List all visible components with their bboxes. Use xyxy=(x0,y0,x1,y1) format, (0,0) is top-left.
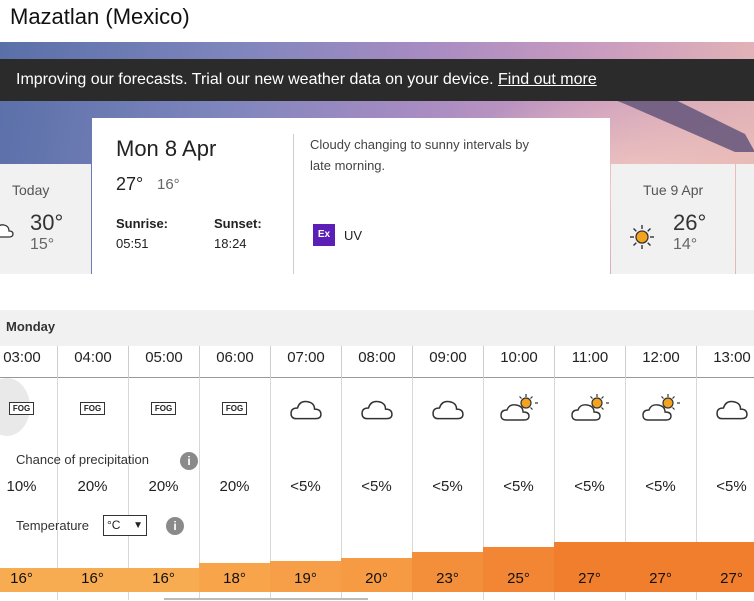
fog-icon: FOG xyxy=(79,401,106,415)
temperature-value: 16° xyxy=(152,570,175,587)
sunset-label: Sunset: xyxy=(214,216,262,231)
precipitation-value: <5% xyxy=(503,478,534,495)
selected-day-card: Mon 8 Apr 27° 16° Sunrise: 05:51 Sunset:… xyxy=(92,118,610,274)
hour-label: 10:00 xyxy=(483,346,554,378)
day-card-date: Today xyxy=(12,182,50,198)
hour-label: 12:00 xyxy=(625,346,696,378)
temperature-value: 18° xyxy=(223,570,246,587)
fog-icon: FOG xyxy=(8,401,35,415)
precipitation-value: <5% xyxy=(432,478,463,495)
hour-label: 05:00 xyxy=(128,346,199,378)
sunrise-label: Sunrise: xyxy=(116,216,169,231)
precipitation-value: <5% xyxy=(361,478,392,495)
sunrise-time: 05:51 xyxy=(116,236,149,251)
precipitation-value: <5% xyxy=(716,478,747,495)
hour-weather-cell[interactable] xyxy=(412,384,483,432)
hour-label: 09:00 xyxy=(412,346,483,378)
temperature-value: 23° xyxy=(436,570,459,587)
temperature-value: 16° xyxy=(10,570,33,587)
temperature-info-icon[interactable]: i xyxy=(166,517,184,535)
hour-weather-cell[interactable]: FOG xyxy=(57,384,128,432)
precipitation-info-icon[interactable]: i xyxy=(180,452,198,470)
forecast-trial-banner: Improving our forecasts. Trial our new w… xyxy=(0,59,754,101)
precipitation-value: 20% xyxy=(148,478,179,495)
selected-day-high: 27° xyxy=(116,174,144,194)
hour-label: 08:00 xyxy=(341,346,412,378)
precipitation-label: Chance of precipitation xyxy=(16,452,149,467)
cloud-icon xyxy=(715,400,748,420)
temperature-label: Temperature xyxy=(16,518,89,533)
hour-weather-cell[interactable] xyxy=(625,384,696,432)
hour-weather-cell[interactable] xyxy=(270,384,341,432)
hour-weather-cell[interactable] xyxy=(483,384,554,432)
hourly-day-bar xyxy=(0,310,754,346)
banner-text: Improving our forecasts. Trial our new w… xyxy=(16,71,499,88)
day-card-date: Tue 9 Apr xyxy=(643,182,704,198)
fog-icon: FOG xyxy=(150,401,177,415)
precipitation-value: 10% xyxy=(6,478,37,495)
hour-label: 03:00 xyxy=(0,346,57,378)
find-out-more-link[interactable]: Find out more xyxy=(498,71,597,88)
page-title: Mazatlan (Mexico) xyxy=(10,4,190,29)
precipitation-value: <5% xyxy=(645,478,676,495)
sun-icon xyxy=(630,225,654,249)
day-card-high: 26° xyxy=(673,210,707,235)
temperature-value: 19° xyxy=(294,570,317,587)
cloud-icon xyxy=(431,400,464,420)
hour-label: 04:00 xyxy=(57,346,128,378)
day-card-high: 30° xyxy=(30,210,64,235)
sun-cloud-icon xyxy=(570,394,609,421)
hour-weather-cell[interactable] xyxy=(696,384,754,432)
hour-label: 07:00 xyxy=(270,346,341,378)
day-card-next[interactable] xyxy=(736,164,754,274)
temperature-value: 27° xyxy=(720,570,743,587)
day-card-low: 14° xyxy=(673,236,698,253)
hour-weather-cell[interactable] xyxy=(554,384,625,432)
temperature-unit-select[interactable]: °C ▼ xyxy=(103,515,147,536)
precipitation-value: 20% xyxy=(77,478,108,495)
precipitation-value: 20% xyxy=(219,478,250,495)
hour-weather-cell[interactable]: FOG xyxy=(199,384,270,432)
hour-label: 11:00 xyxy=(554,346,625,378)
hourly-day-label: Monday xyxy=(6,319,56,334)
sunset-time: 18:24 xyxy=(214,236,247,251)
cloud-icon xyxy=(0,224,14,238)
cloud-icon xyxy=(360,400,393,420)
selected-day-low: 16° xyxy=(157,176,180,193)
selected-day-date: Mon 8 Apr xyxy=(116,136,217,161)
uv-label: UV xyxy=(344,228,363,243)
hours-header: 03:00 04:00 05:00 06:00 07:00 08:00 09:00 10:00… xyxy=(0,346,754,378)
hour-weather-cell[interactable]: FOG xyxy=(128,384,199,432)
day-card-low: 15° xyxy=(30,236,55,253)
fog-icon: FOG xyxy=(221,401,248,415)
sun-cloud-icon xyxy=(499,394,538,421)
temperature-value: 25° xyxy=(507,570,530,587)
chevron-down-icon: ▼ xyxy=(133,520,143,531)
hour-label: 13:00 xyxy=(696,346,754,378)
temperature-value: 27° xyxy=(649,570,672,587)
sun-cloud-icon xyxy=(641,394,680,421)
hour-weather-cell[interactable] xyxy=(341,384,412,432)
temperature-value: 16° xyxy=(81,570,104,587)
precipitation-value: <5% xyxy=(574,478,605,495)
precipitation-value: <5% xyxy=(290,478,321,495)
cloud-icon xyxy=(289,400,322,420)
unit-selected-value: °C xyxy=(107,518,121,532)
temperature-value: 27° xyxy=(578,570,601,587)
card-divider xyxy=(293,134,294,274)
scrollbar[interactable] xyxy=(164,598,368,600)
temperature-value: 20° xyxy=(365,570,388,587)
uv-extreme-badge: Ex xyxy=(313,224,335,246)
hour-label: 06:00 xyxy=(199,346,270,378)
forecast-description: Cloudy changing to sunny intervals by la… xyxy=(310,137,529,173)
day-card-tue[interactable]: Tue 9 Apr 26° 14° xyxy=(611,164,735,274)
hour-weather-cell[interactable]: FOG xyxy=(0,384,57,432)
day-card-today[interactable]: Today 30° 15° xyxy=(0,164,91,274)
